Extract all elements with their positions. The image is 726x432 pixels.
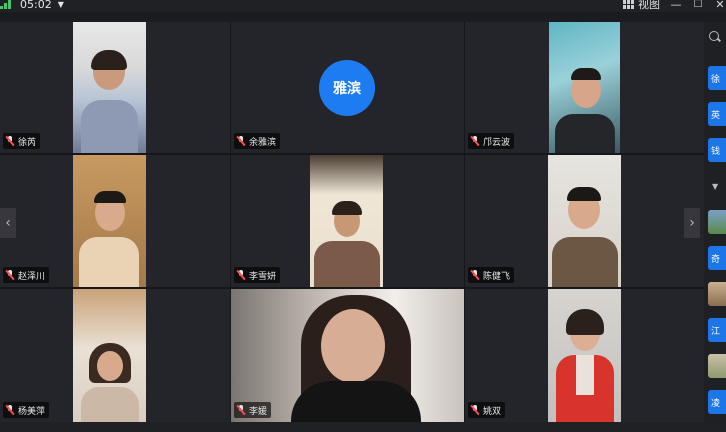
avatar: 雅滨 <box>319 60 375 116</box>
participant-tile[interactable]: 姚双 <box>465 289 704 422</box>
video-grid: 徐芮 雅滨 余雅滨 邝云波 赵泽川 李雪妍 陈健飞 杨美萍 李媛 姚双 ‹ › <box>0 22 704 422</box>
participant-name-tag: 余雅滨 <box>234 133 281 149</box>
participant-tile[interactable]: 陈健飞 <box>465 155 704 287</box>
participant-video <box>548 155 621 287</box>
side-participant-label: 奇 <box>711 254 721 265</box>
mic-muted-icon <box>237 136 246 146</box>
participant-name-tag: 杨美萍 <box>3 402 50 418</box>
participant-name-tag: 李雪妍 <box>234 267 281 283</box>
participant-name: 姚双 <box>483 406 502 417</box>
side-participant-item[interactable]: 凌 <box>708 390 726 414</box>
participant-name: 徐芮 <box>18 137 37 148</box>
view-button[interactable]: 视图 <box>623 0 660 12</box>
side-participant-label: 徐 <box>711 74 721 85</box>
avatar-initials: 雅滨 <box>333 81 361 97</box>
title-bar-left: 05:02 ▼ <box>0 0 64 11</box>
participant-tile[interactable]: 杨美萍 <box>0 289 230 422</box>
participant-video <box>310 155 383 287</box>
participant-name: 杨美萍 <box>18 406 46 417</box>
mic-muted-icon <box>237 270 246 280</box>
title-bar: 05:02 ▼ 视图 — ☐ ✕ <box>0 0 726 12</box>
participant-video <box>548 289 621 422</box>
bottom-toolbar <box>0 422 726 432</box>
mic-muted-icon <box>237 405 246 415</box>
mic-muted-icon <box>471 270 480 280</box>
close-button[interactable]: ✕ <box>714 0 726 11</box>
mic-muted-icon <box>6 405 15 415</box>
side-participant-label: 凌 <box>711 398 721 409</box>
caret-down-icon[interactable]: ▼ <box>712 182 718 191</box>
participant-name-tag: 姚双 <box>468 402 506 418</box>
side-participant-item[interactable]: 英 <box>708 102 726 126</box>
participant-tile[interactable]: 雅滨 余雅滨 <box>231 22 464 153</box>
participant-tile[interactable]: 赵泽川 <box>0 155 230 287</box>
side-participant-label: 英 <box>711 110 721 121</box>
participant-name: 李媛 <box>249 406 268 417</box>
participant-tile[interactable]: 徐芮 <box>0 22 230 153</box>
side-video-thumb[interactable] <box>708 282 726 306</box>
side-participant-item[interactable]: 徐 <box>708 66 726 90</box>
search-icon[interactable] <box>708 30 722 44</box>
participant-name-tag: 徐芮 <box>3 133 41 149</box>
mic-muted-icon <box>6 136 15 146</box>
view-label: 视图 <box>638 0 660 11</box>
participant-tile[interactable]: 李媛 <box>231 289 464 422</box>
participant-name: 赵泽川 <box>18 271 46 282</box>
participant-video <box>549 22 620 153</box>
title-bar-right: 视图 — ☐ ✕ <box>623 0 726 11</box>
side-participant-item[interactable]: 奇 <box>708 246 726 270</box>
participant-name-tag: 邝云波 <box>468 133 515 149</box>
participant-video <box>73 155 146 287</box>
mic-muted-icon <box>471 136 480 146</box>
side-participant-item[interactable]: 江 <box>708 318 726 342</box>
previous-page-button[interactable]: ‹ <box>0 208 16 238</box>
chevron-right-icon: › <box>689 215 695 231</box>
participant-tile[interactable]: 李雪妍 <box>231 155 464 287</box>
participant-name: 陈健飞 <box>483 271 511 282</box>
maximize-button[interactable]: ☐ <box>692 0 704 10</box>
participant-name-tag: 李媛 <box>234 402 272 418</box>
grid-view-icon <box>623 0 634 9</box>
side-participant-label: 江 <box>711 326 721 337</box>
meeting-time: 05:02 <box>20 0 52 11</box>
participant-tile[interactable]: 邝云波 <box>465 22 704 153</box>
participant-name: 邝云波 <box>483 137 511 148</box>
side-participant-label: 钱 <box>711 146 721 157</box>
participant-video <box>73 22 146 153</box>
mic-muted-icon <box>6 270 15 280</box>
participant-name-tag: 陈健飞 <box>468 267 515 283</box>
participant-name-tag: 赵泽川 <box>3 267 50 283</box>
participant-name: 余雅滨 <box>249 137 277 148</box>
participant-video <box>73 289 146 422</box>
side-video-thumb[interactable] <box>708 210 726 234</box>
side-video-thumb[interactable] <box>708 354 726 378</box>
chevron-down-icon[interactable]: ▼ <box>58 0 64 9</box>
next-page-button[interactable]: › <box>684 208 700 238</box>
signal-strength-icon <box>0 0 14 9</box>
side-participant-item[interactable]: 钱 <box>708 138 726 162</box>
participant-name: 李雪妍 <box>249 271 277 282</box>
participant-side-panel: 徐 英 钱 ▼ 奇 江 凌 <box>704 22 726 422</box>
minimize-button[interactable]: — <box>670 0 682 11</box>
chevron-left-icon: ‹ <box>5 215 11 231</box>
mic-muted-icon <box>471 405 480 415</box>
